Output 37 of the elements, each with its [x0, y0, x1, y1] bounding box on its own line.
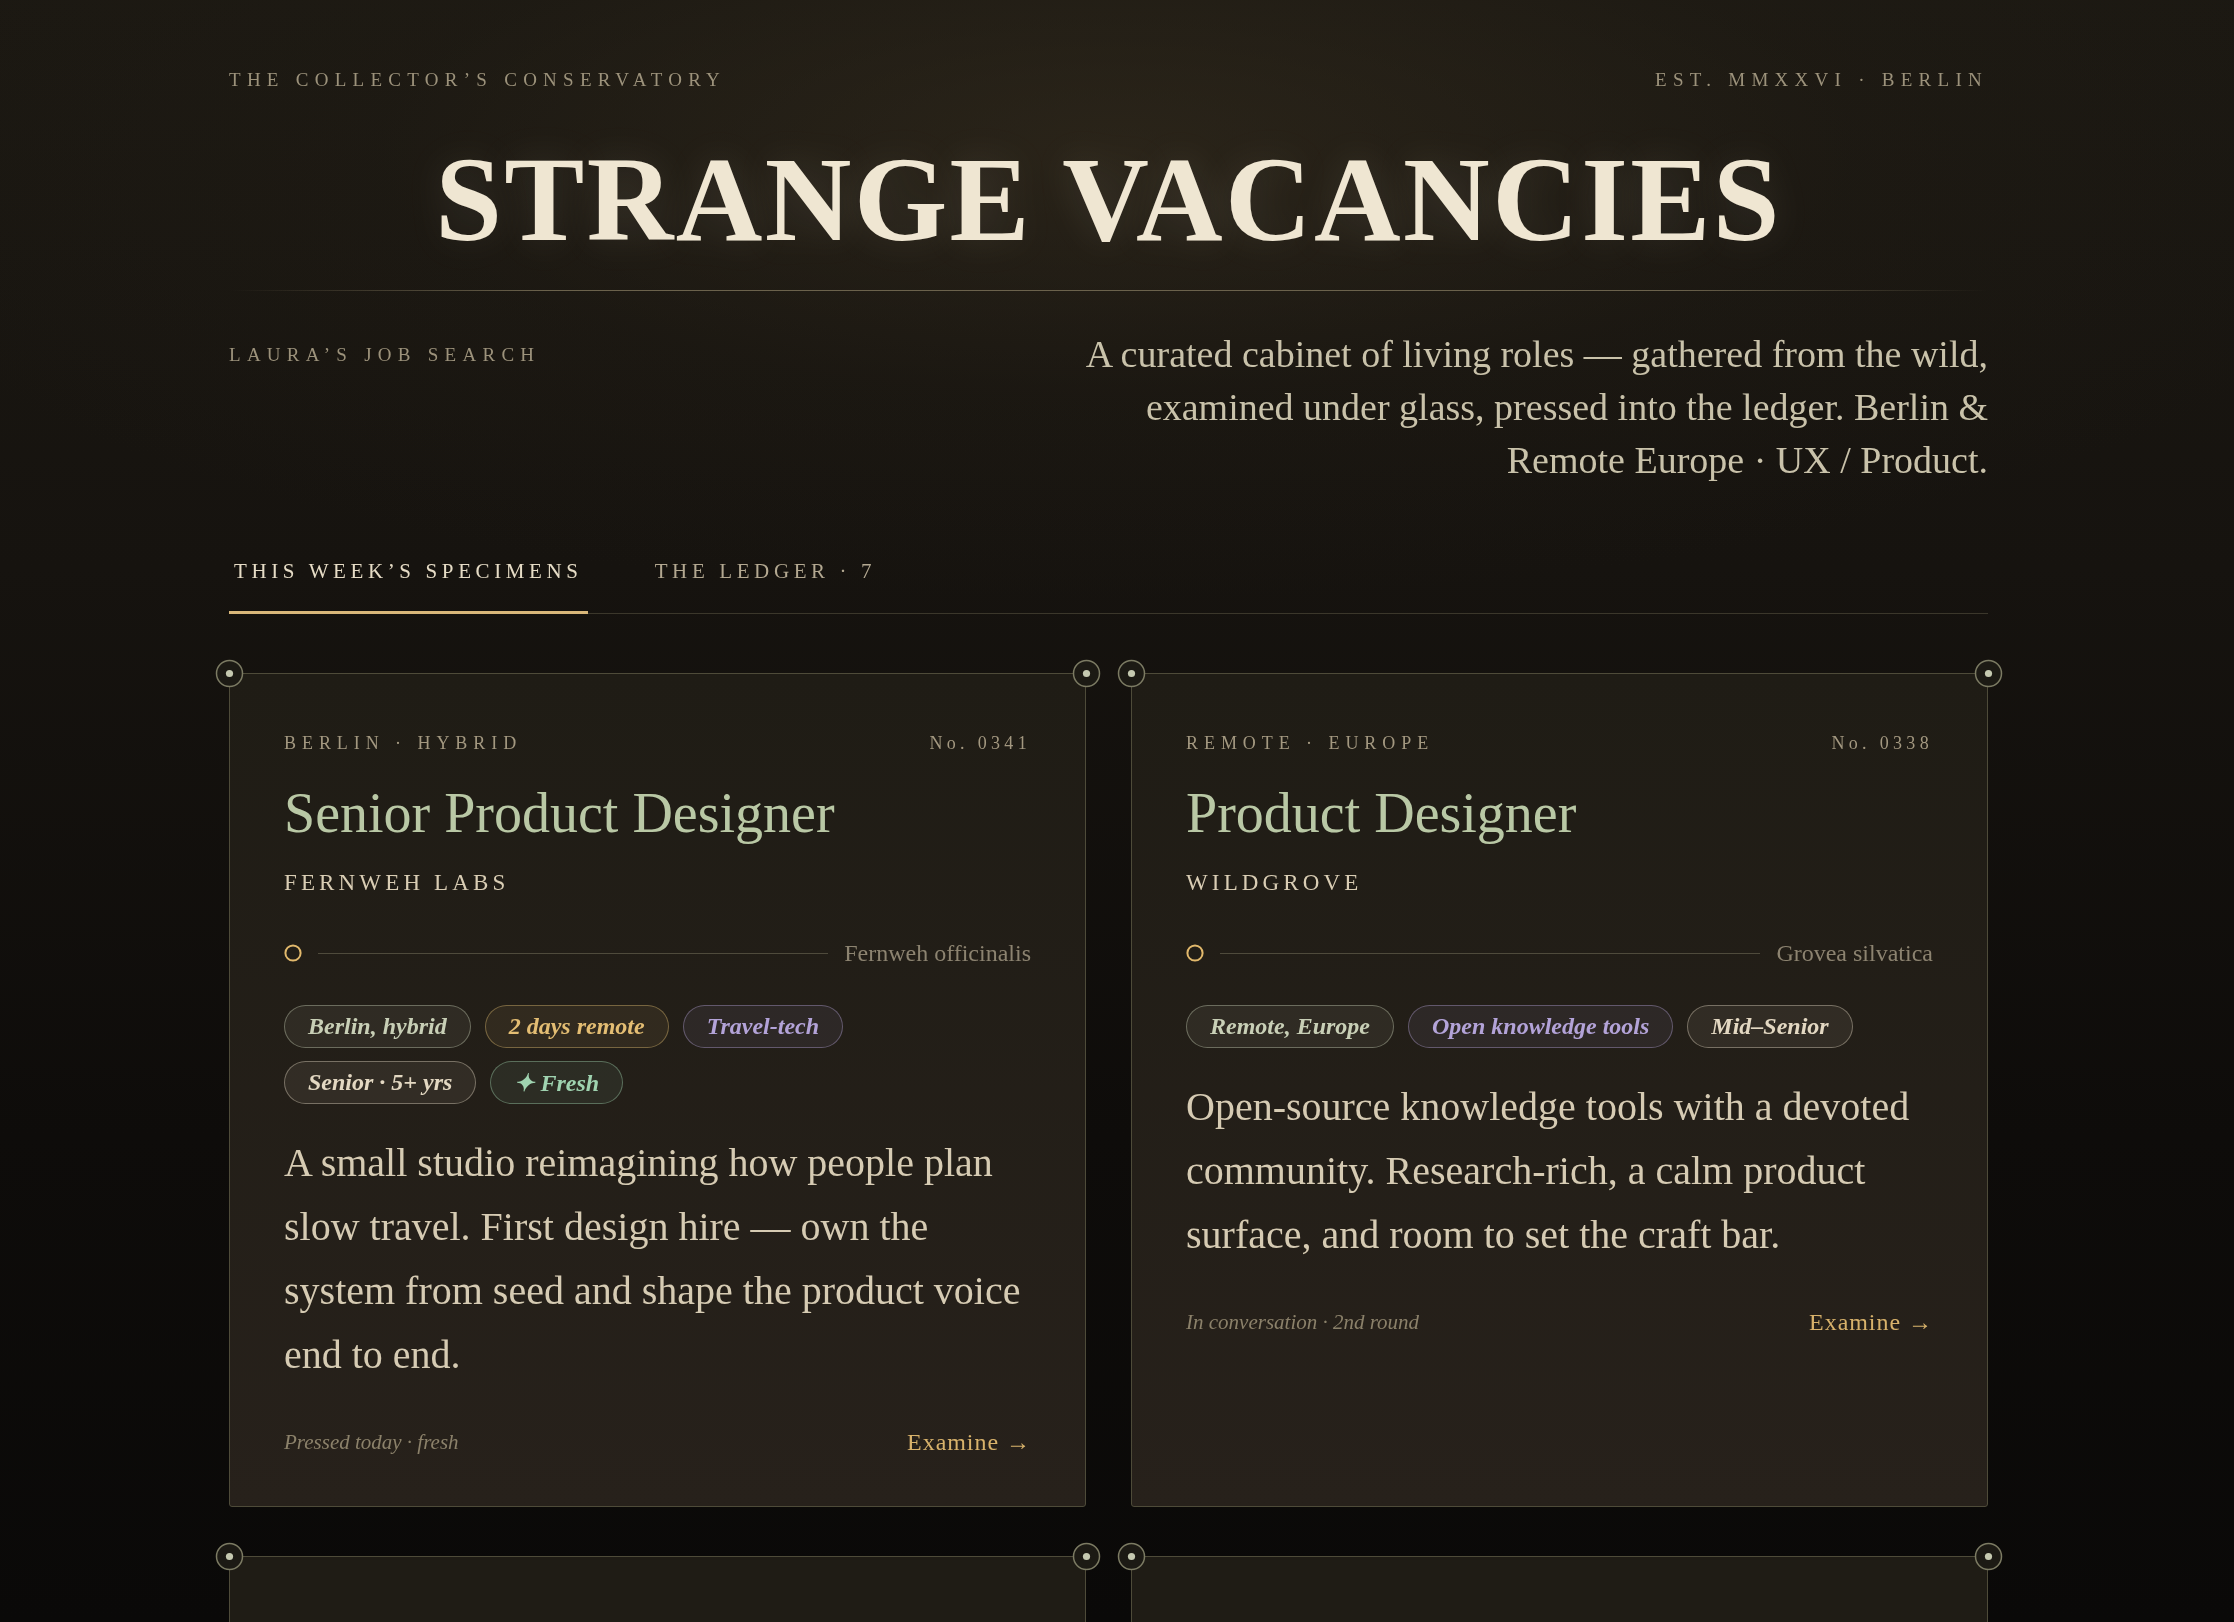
- job-title: Product Designer: [1186, 782, 1578, 844]
- tag: Open knowledge tools: [1408, 1005, 1674, 1048]
- company-name: FERNWEH LABS: [284, 870, 511, 896]
- tag: Travel-tech: [682, 1005, 844, 1048]
- specimen-number: No. 0341: [929, 732, 1031, 755]
- location-label: REMOTE · EUROPE: [1186, 732, 1435, 755]
- latin-name: Fernweh officinalis: [844, 939, 1031, 968]
- tag: Berlin, hybrid: [284, 1005, 471, 1048]
- location-label: BERLIN · HYBRID: [284, 732, 523, 755]
- tag: Remote, Europe: [1186, 1005, 1394, 1048]
- owner-label: LAURA’S JOB SEARCH: [229, 343, 541, 367]
- corner-ornament-icon: [1973, 658, 2003, 688]
- tab[interactable]: THIS WEEK’S SPECIMENS: [229, 559, 588, 614]
- corner-ornament-icon: [1071, 658, 1101, 688]
- page-title: STRANGE VACANCIES: [434, 138, 1783, 262]
- brand-label: THE COLLECTOR’S CONSERVATORY: [229, 68, 727, 92]
- tag: Mid–Senior: [1687, 1005, 1853, 1048]
- job-description: Open-source knowledge tools with a devoted community. Research-rich, a calm product surface, and room to set the craft bar.: [1186, 1083, 1911, 1259]
- company-name: WILDGROVE: [1186, 870, 1364, 896]
- tag: Senior · 5+ yrs: [284, 1061, 477, 1104]
- status-note: Pressed today · fresh: [284, 1429, 459, 1456]
- specimen-number: No. 0338: [1831, 732, 1933, 755]
- corner-ornament-icon: [214, 658, 244, 688]
- tab[interactable]: THE LEDGER · 7: [649, 559, 882, 614]
- corner-ornament-icon: [1116, 658, 1146, 688]
- status-note: In conversation · 2nd round: [1186, 1309, 1420, 1336]
- established-label: EST. MMXXVI · BERLIN: [1655, 68, 1988, 92]
- latin-name: Grovea silvatica: [1776, 939, 1933, 968]
- tag: 2 days remote: [484, 1005, 669, 1048]
- intro-text: A curated cabinet of living roles — gathered from the wild, examined under glass, pressed into the ledger. Berlin & Remote Europe · UX / Product.: [1084, 332, 1988, 483]
- ring-icon: [1186, 944, 1204, 962]
- examine-link[interactable]: Examine →: [1809, 1307, 1933, 1337]
- ring-icon: [284, 944, 302, 962]
- job-title: Senior Product Designer: [284, 782, 836, 844]
- job-description: A small studio reimagining how people plan slow travel. First design hire — own the system from seed and shape the product voice end to end.: [284, 1139, 1022, 1379]
- examine-link[interactable]: Examine →: [907, 1427, 1031, 1457]
- tag: ✦ Fresh: [490, 1061, 624, 1104]
